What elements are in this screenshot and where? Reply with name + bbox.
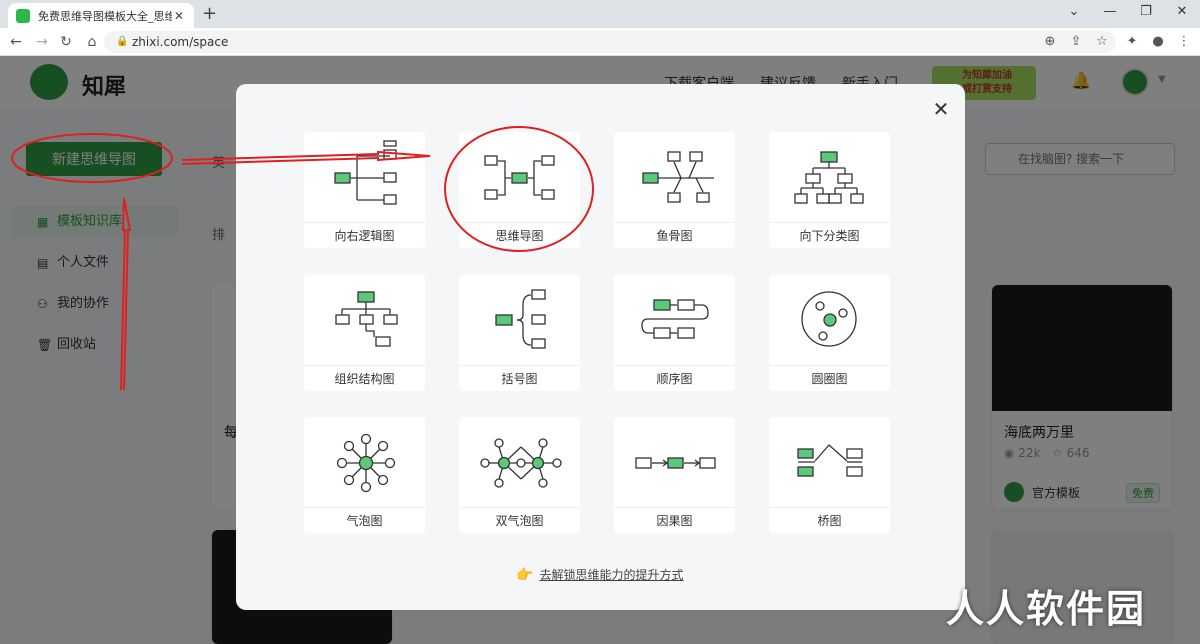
template-label: 气泡图 (304, 507, 425, 533)
home-icon[interactable]: ⌂ (82, 32, 102, 52)
template-bracket[interactable]: 括号图 (459, 275, 580, 391)
fishbone-diagram-icon (642, 151, 714, 203)
template-label: 思维导图 (459, 222, 580, 248)
template-sequence[interactable]: 顺序图 (614, 275, 735, 391)
window-close-button[interactable]: ✕ (1164, 0, 1200, 28)
modal-close-icon[interactable]: ✕ (930, 98, 952, 120)
template-downward-tree[interactable]: 向下分类图 (769, 132, 890, 248)
right-logic-diagram-icon (334, 140, 397, 205)
circle-map-diagram-icon (801, 291, 857, 347)
mindmap-diagram-icon (484, 155, 555, 200)
url-text: zhixi.com/space (132, 35, 229, 49)
forward-arrow-icon[interactable]: → (32, 32, 52, 52)
window-minimize-button[interactable]: — (1092, 0, 1128, 28)
reload-icon[interactable]: ↻ (56, 32, 76, 52)
template-right-logic[interactable]: 向右逻辑图 (304, 132, 425, 248)
lock-icon: 🔒 (116, 36, 129, 47)
template-label: 顺序图 (614, 365, 735, 391)
share-icon[interactable]: ⇪ (1066, 32, 1086, 52)
tab-search-caret-icon[interactable]: ⌄ (1056, 0, 1092, 28)
template-label: 桥图 (769, 507, 890, 533)
template-double-bubble[interactable]: 双气泡图 (459, 417, 580, 533)
browser-tab[interactable]: 免费思维导图模板大全_思维导图 ✕ (8, 3, 194, 28)
template-cause-effect[interactable]: 因果图 (614, 417, 735, 533)
profile-icon[interactable]: ● (1148, 32, 1168, 52)
template-label: 因果图 (614, 507, 735, 533)
bridge-diagram-icon (797, 444, 863, 477)
double-bubble-diagram-icon (480, 438, 562, 488)
template-fishbone[interactable]: 鱼骨图 (614, 132, 735, 248)
zoom-icon[interactable]: ⊕ (1040, 32, 1060, 52)
upgrade-link[interactable]: 去解锁思维能力的提升方式 (539, 568, 683, 582)
template-label: 向下分类图 (769, 222, 890, 248)
bubble-diagram-icon (336, 433, 396, 493)
tab-close-icon[interactable]: ✕ (172, 9, 186, 23)
watermark: 人人软件园 (946, 587, 1147, 631)
template-bridge[interactable]: 桥图 (769, 417, 890, 533)
template-bubble[interactable]: 气泡图 (304, 417, 425, 533)
bracket-diagram-icon (495, 289, 546, 349)
url-field[interactable]: 🔒 zhixi.com/space (104, 31, 1116, 53)
template-circle-map[interactable]: 圆圈图 (769, 275, 890, 391)
extensions-icon[interactable]: ✦ (1122, 32, 1142, 52)
window-restore-button[interactable]: ❐ (1128, 0, 1164, 28)
bookmark-star-icon[interactable]: ☆ (1092, 32, 1112, 52)
sequence-diagram-icon (641, 299, 709, 339)
browser-menu-icon[interactable]: ⋮ (1174, 32, 1194, 52)
template-org-chart[interactable]: 组织结构图 (304, 275, 425, 391)
template-label: 鱼骨图 (614, 222, 735, 248)
new-diagram-modal: ✕ 向右逻辑图 思维导图 鱼骨图 向下分类图 组织结构图 括号图 顺序图 圆圈图… (236, 84, 965, 610)
downward-tree-diagram-icon (794, 151, 864, 204)
pointing-hand-icon: 👉 (516, 567, 534, 583)
site-favicon-icon (16, 8, 30, 23)
org-chart-diagram-icon (335, 291, 398, 347)
template-label: 组织结构图 (304, 365, 425, 391)
new-tab-button[interactable]: + (202, 3, 217, 24)
browser-tab-bar: 免费思维导图模板大全_思维导图 ✕ + ⌄ — ❐ ✕ (0, 0, 1200, 28)
address-bar: ← → ↻ ⌂ 🔒 zhixi.com/space ⊕ ⇪ ☆ ✦ ● ⋮ (0, 28, 1200, 56)
upgrade-tip[interactable]: 👉 去解锁思维能力的提升方式 (516, 566, 683, 583)
template-label: 向右逻辑图 (304, 222, 425, 248)
template-label: 双气泡图 (459, 507, 580, 533)
template-label: 括号图 (459, 365, 580, 391)
tab-title: 免费思维导图模板大全_思维导图 (38, 9, 172, 23)
template-label: 圆圈图 (769, 365, 890, 391)
cause-effect-diagram-icon (635, 457, 716, 469)
back-arrow-icon[interactable]: ← (6, 32, 26, 52)
template-mindmap[interactable]: 思维导图 (459, 132, 580, 248)
